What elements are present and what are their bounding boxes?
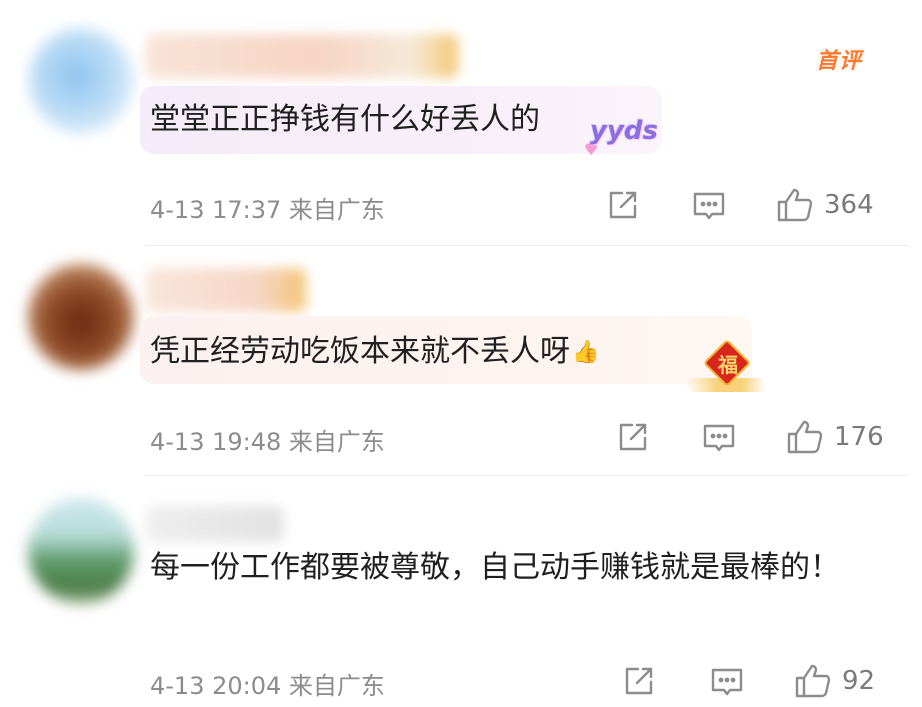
comment-location: 来自广东 <box>288 672 385 700</box>
username-blurred[interactable] <box>146 34 458 78</box>
like-count: 176 <box>834 422 884 452</box>
thumbs-up-icon <box>795 664 831 698</box>
share-button[interactable] <box>606 188 640 222</box>
like-button[interactable]: 92 <box>794 662 875 700</box>
thumbs-up-icon <box>787 420 823 454</box>
comment-text: 每一份工作都要被尊敬，自己动手赚钱就是最棒的！ <box>150 550 840 585</box>
share-icon <box>625 667 653 695</box>
comment-meta: 4-13 20:04 来自广东 <box>150 666 385 701</box>
avatar[interactable] <box>28 264 134 370</box>
comment-time: 4-13 19:48 <box>150 428 282 456</box>
comment-icon <box>711 668 743 696</box>
avatar[interactable] <box>28 498 134 604</box>
comment-location: 来自广东 <box>288 428 385 456</box>
comment-icon <box>693 192 725 220</box>
first-comment-badge: 首评 <box>816 49 863 74</box>
reply-button[interactable] <box>692 189 726 223</box>
like-count: 364 <box>824 190 874 220</box>
share-button[interactable] <box>622 664 656 698</box>
share-button[interactable] <box>616 420 650 454</box>
username-blurred[interactable] <box>146 506 284 542</box>
thumbs-up-icon <box>777 188 813 222</box>
reply-button[interactable] <box>702 421 736 455</box>
yyds-sticker: yyds <box>590 116 658 146</box>
fu-sticker: 福 <box>686 338 766 402</box>
username-blurred[interactable] <box>146 268 306 312</box>
comment-time: 4-13 17:37 <box>150 196 282 224</box>
comment-item: 凭正经劳动吃饭本来就不丢人呀👍 福 4-13 19:48 来自广东 176 <box>0 246 922 476</box>
comment-time: 4-13 20:04 <box>150 672 282 700</box>
comment-meta: 4-13 19:48 来自广东 <box>150 422 385 457</box>
reply-button[interactable] <box>710 665 744 699</box>
comment-meta: 4-13 17:37 来自广东 <box>150 190 385 225</box>
fu-character: 福 <box>718 353 738 377</box>
like-count: 92 <box>842 666 876 696</box>
avatar[interactable] <box>28 28 134 134</box>
comment-text-row: 凭正经劳动吃饭本来就不丢人呀👍 <box>150 326 599 379</box>
comment-item: 首评 堂堂正正挣钱有什么好丢人的 ♥ yyds 4-13 17:37 来自广东 … <box>0 0 922 246</box>
like-button[interactable]: 176 <box>786 418 884 456</box>
comment-item: 每一份工作都要被尊敬，自己动手赚钱就是最棒的！ 4-13 20:04 来自广东 … <box>0 476 922 707</box>
comment-text: 凭正经劳动吃饭本来就不丢人呀 <box>150 334 570 369</box>
like-button[interactable]: 364 <box>776 186 874 224</box>
share-icon <box>619 423 647 451</box>
comment-icon <box>703 424 735 452</box>
comment-text: 堂堂正正挣钱有什么好丢人的 <box>150 102 540 137</box>
share-icon <box>609 191 637 219</box>
thumbs-up-emoji: 👍 <box>572 339 600 365</box>
comment-location: 来自广东 <box>288 196 385 224</box>
